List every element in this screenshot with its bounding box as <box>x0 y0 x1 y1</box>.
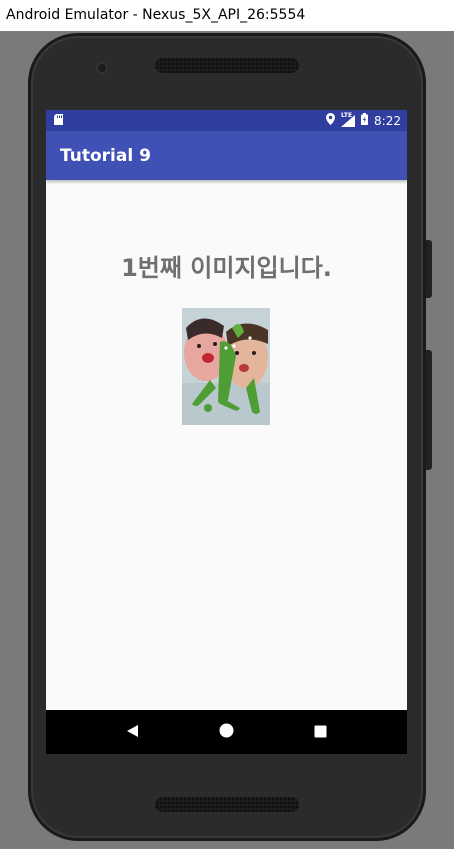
home-icon <box>219 723 234 742</box>
photo-image[interactable] <box>182 308 270 425</box>
home-button[interactable] <box>206 712 246 752</box>
recents-button[interactable] <box>300 712 340 752</box>
location-icon <box>326 113 336 128</box>
status-bar: LTE 8:22 <box>46 110 407 131</box>
main-content: 1번째 이미지입니다. <box>46 180 407 710</box>
app-bar: Tutorial 9 <box>46 131 407 180</box>
signal-icon: LTE <box>341 111 356 127</box>
navigation-bar <box>46 710 407 754</box>
top-speaker <box>155 58 299 73</box>
emulator-window-title: Android Emulator - Nexus_5X_API_26:5554 <box>0 0 454 31</box>
recents-icon <box>314 723 327 742</box>
front-camera <box>96 62 108 74</box>
image-index-headline: 1번째 이미지입니다. <box>121 254 332 282</box>
battery-icon <box>361 113 369 128</box>
app-title: Tutorial 9 <box>60 145 151 166</box>
network-type-label: LTE <box>341 111 353 119</box>
sd-card-icon <box>54 113 63 128</box>
back-button[interactable] <box>113 712 153 752</box>
back-icon <box>126 723 140 742</box>
status-time: 8:22 <box>374 113 401 128</box>
volume-button[interactable] <box>426 350 432 470</box>
bottom-speaker <box>155 797 299 812</box>
power-button[interactable] <box>426 240 432 298</box>
device-screen: LTE 8:22 Tutorial 9 1번째 이미지입니다. <box>46 110 407 754</box>
